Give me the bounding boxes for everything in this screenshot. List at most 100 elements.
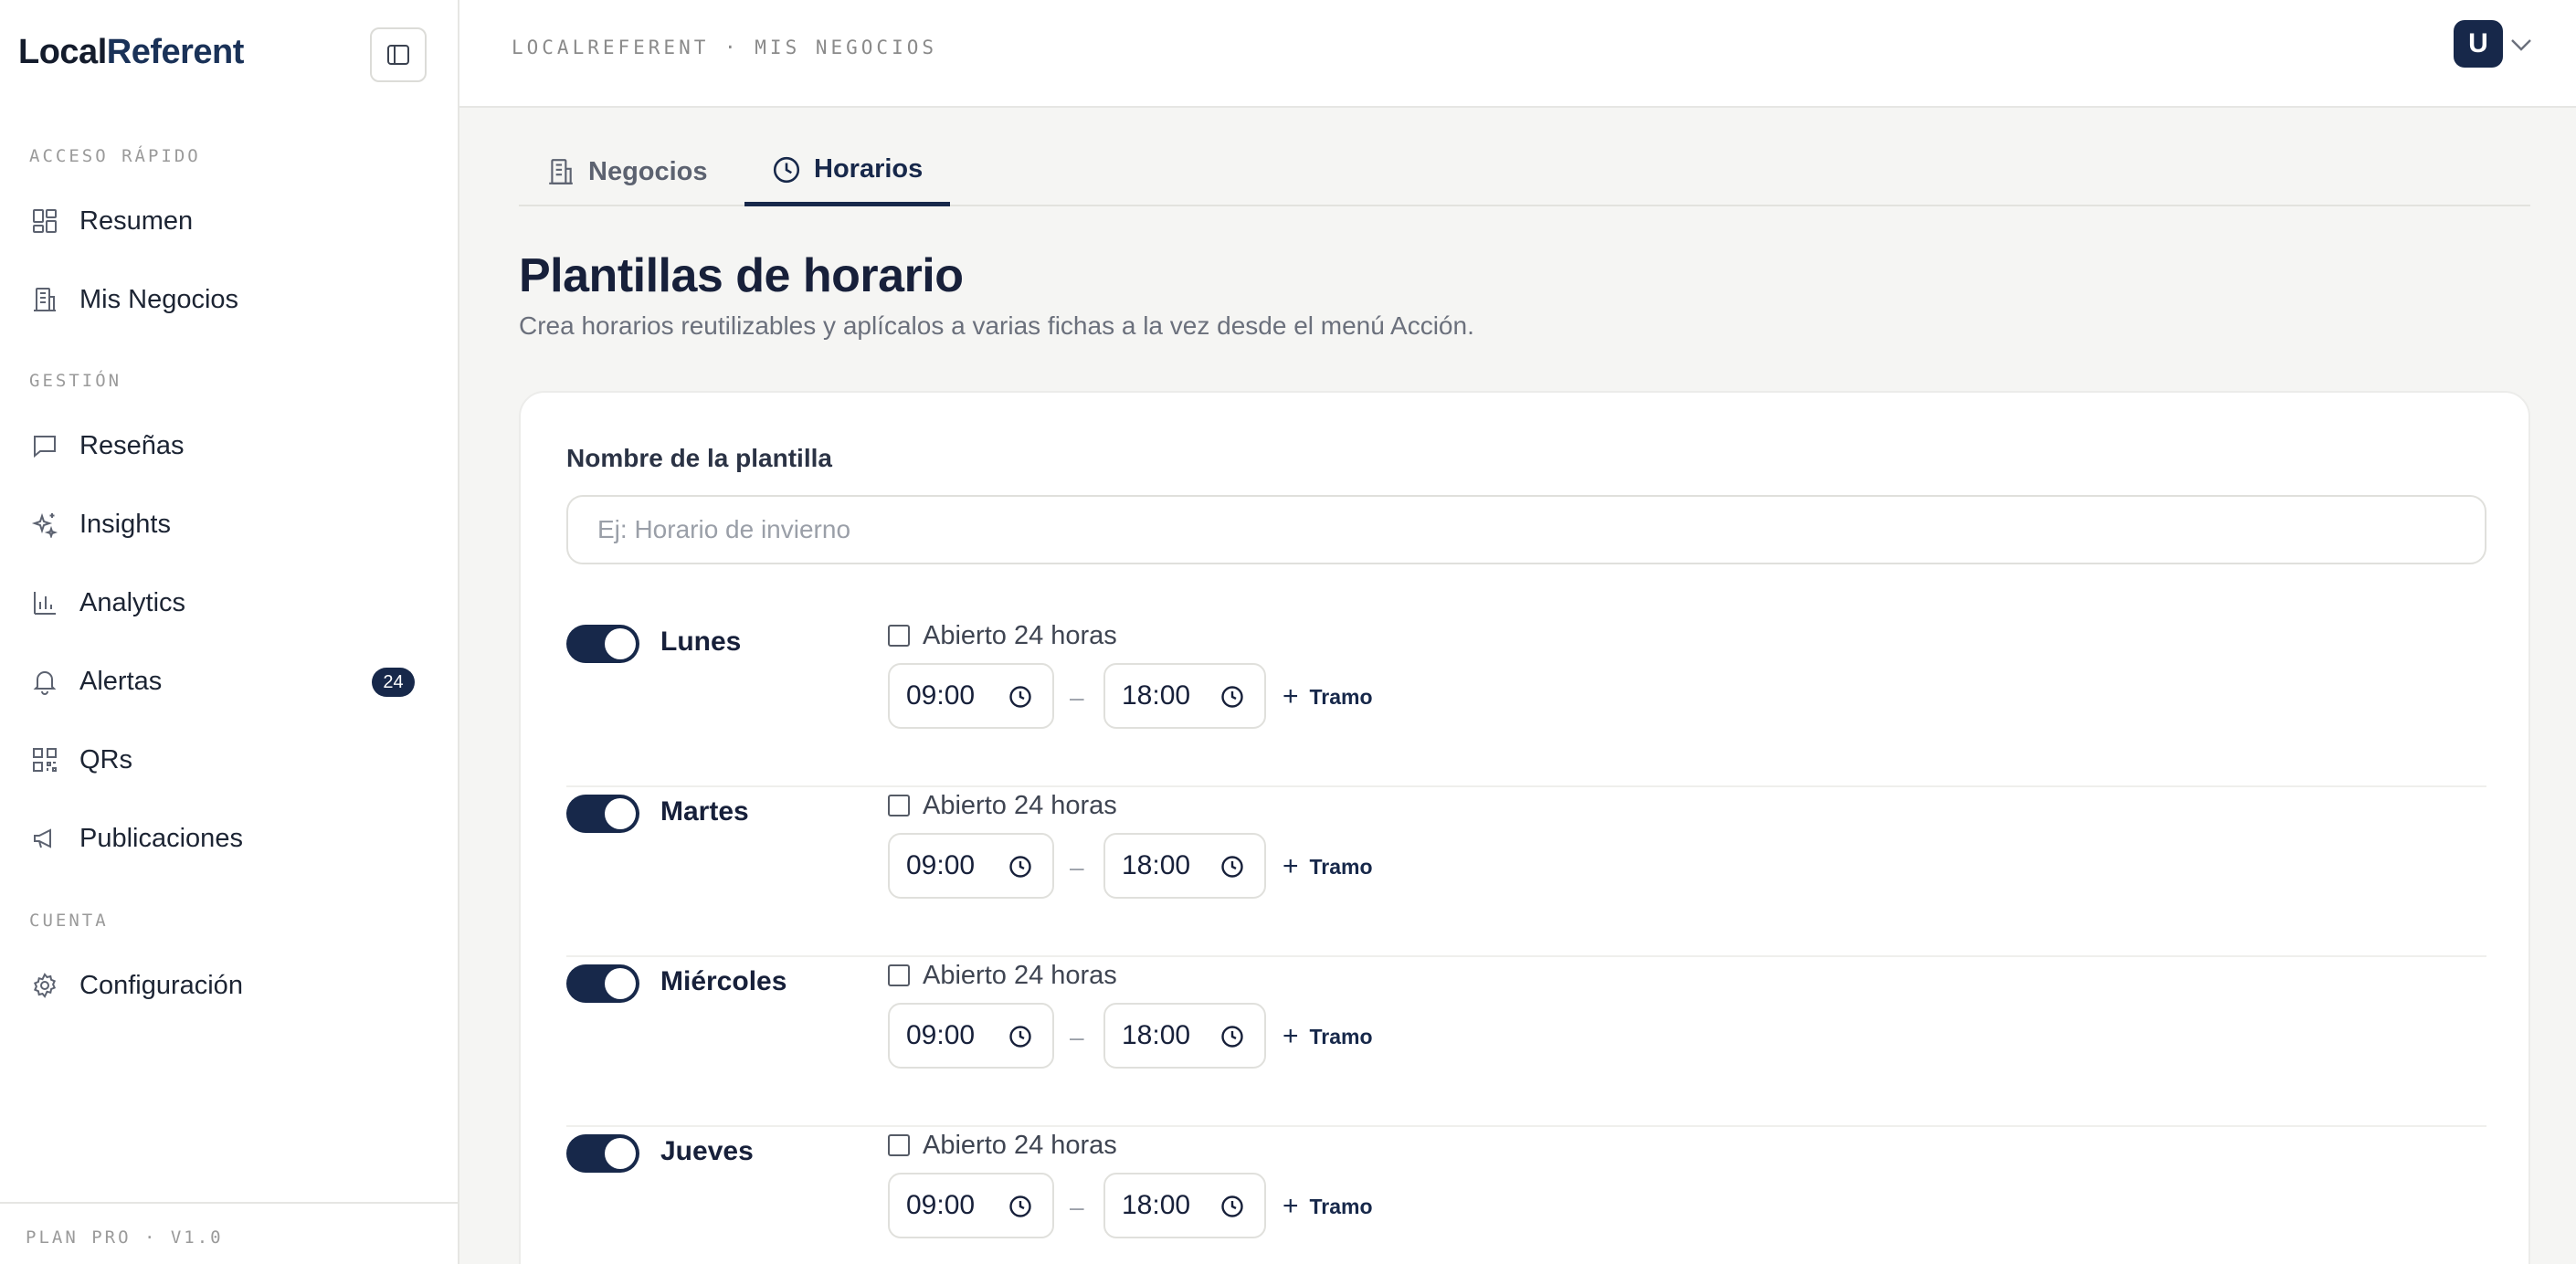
user-avatar[interactable]: U: [2454, 20, 2503, 68]
sparkles-icon: [29, 509, 60, 540]
add-slot-label: Tramo: [1309, 684, 1373, 709]
day-enabled-toggle[interactable]: [566, 1134, 639, 1173]
tab-label: Horarios: [814, 154, 924, 184]
toggle-knob: [605, 628, 636, 659]
sidebar-item-label: Reseñas: [79, 430, 185, 460]
sidebar-item-resumen[interactable]: Resumen: [0, 189, 457, 253]
start-time-input[interactable]: 09:00: [888, 1173, 1054, 1238]
page-title: Plantillas de horario: [519, 249, 964, 302]
sidebar-item-insights[interactable]: Insights: [0, 492, 457, 556]
chevron-down-icon[interactable]: [2509, 27, 2533, 60]
top-header: LOCALREFERENT · MIS NEGOCIOS U: [459, 0, 2576, 108]
open-24h-label: Abierto 24 horas: [923, 1130, 1117, 1160]
open-24h-option[interactable]: Abierto 24 horas: [888, 787, 1117, 824]
end-time-value: 18:00: [1122, 1020, 1191, 1050]
section-title-quick-access: ACCESO RÁPIDO: [29, 146, 201, 166]
sidebar-item-qrs[interactable]: QRs: [0, 728, 457, 792]
clock-icon: [1009, 1026, 1031, 1048]
sidebar-item-configuracion[interactable]: Configuración: [0, 953, 457, 1017]
tab-horarios[interactable]: Horarios: [744, 137, 951, 206]
start-time-value: 09:00: [906, 1190, 976, 1220]
add-slot-button[interactable]: + Tramo: [1283, 851, 1373, 882]
add-slot-button[interactable]: + Tramo: [1283, 681, 1373, 712]
sidebar-item-label: Mis Negocios: [79, 284, 239, 314]
plus-icon: +: [1283, 1021, 1299, 1051]
sidebar-toggle-button[interactable]: [370, 27, 427, 82]
clock-icon: [1009, 1196, 1031, 1217]
qr-code-icon: [29, 744, 60, 775]
sidebar-item-analytics[interactable]: Analytics: [0, 571, 457, 635]
end-time-input[interactable]: 18:00: [1103, 1003, 1266, 1069]
open-24h-checkbox[interactable]: [888, 964, 910, 986]
start-time-input[interactable]: 09:00: [888, 833, 1054, 899]
day-row-lunes: Lunes Abierto 24 horas 09:00 – 18:00 + T…: [566, 617, 2486, 787]
sidebar-item-label: Insights: [79, 509, 171, 539]
sidebar-item-resenas[interactable]: Reseñas: [0, 414, 457, 478]
sidebar-item-label: Resumen: [79, 205, 194, 236]
alert-count-badge: 24: [372, 668, 415, 697]
grid-icon: [29, 205, 60, 237]
sidebar-item-label: Alertas: [79, 666, 163, 696]
tab-negocios[interactable]: Negocios: [519, 137, 735, 206]
day-name: Martes: [660, 796, 749, 827]
day-enabled-toggle[interactable]: [566, 795, 639, 833]
add-slot-button[interactable]: + Tramo: [1283, 1021, 1373, 1052]
day-enabled-toggle[interactable]: [566, 964, 639, 1003]
open-24h-label: Abierto 24 horas: [923, 620, 1117, 650]
breadcrumb: LOCALREFERENT · MIS NEGOCIOS: [512, 37, 938, 58]
add-slot-label: Tramo: [1309, 1024, 1373, 1048]
page-subtitle: Crea horarios reutilizables y aplícalos …: [519, 311, 1474, 340]
add-slot-label: Tramo: [1309, 854, 1373, 879]
clock-icon: [1221, 686, 1243, 708]
start-time-value: 09:00: [906, 680, 976, 711]
toggle-knob: [605, 1138, 636, 1169]
day-name: Lunes: [660, 627, 742, 657]
end-time-input[interactable]: 18:00: [1103, 833, 1266, 899]
open-24h-option[interactable]: Abierto 24 horas: [888, 1127, 1117, 1164]
template-name-input[interactable]: [566, 495, 2486, 564]
clock-icon: [772, 155, 801, 184]
sidebar-item-alertas[interactable]: Alertas 24: [0, 649, 457, 713]
plus-icon: +: [1283, 851, 1299, 881]
tab-label: Negocios: [588, 156, 708, 186]
start-time-input[interactable]: 09:00: [888, 663, 1054, 729]
add-slot-button[interactable]: + Tramo: [1283, 1191, 1373, 1222]
start-time-value: 09:00: [906, 850, 976, 880]
schedule-template-card: Nombre de la plantilla Lunes Abierto 24 …: [519, 391, 2530, 1264]
clock-icon: [1221, 856, 1243, 878]
open-24h-label: Abierto 24 horas: [923, 790, 1117, 820]
building-icon: [546, 157, 575, 186]
add-slot-label: Tramo: [1309, 1194, 1373, 1218]
time-range-separator: –: [1070, 853, 1084, 881]
time-range-separator: –: [1070, 1023, 1084, 1051]
section-title-gestion: GESTIÓN: [29, 371, 122, 391]
day-row-martes: Martes Abierto 24 horas 09:00 – 18:00 + …: [566, 787, 2486, 957]
end-time-input[interactable]: 18:00: [1103, 663, 1266, 729]
open-24h-checkbox[interactable]: [888, 1134, 910, 1156]
gear-icon: [29, 970, 60, 1001]
app-logo[interactable]: LocalReferent: [18, 33, 244, 72]
toggle-knob: [605, 798, 636, 829]
end-time-value: 18:00: [1122, 680, 1191, 711]
open-24h-option[interactable]: Abierto 24 horas: [888, 617, 1117, 654]
bell-icon: [29, 666, 60, 697]
plan-version-footer: PLAN PRO · V1.0: [0, 1202, 458, 1264]
clock-icon: [1009, 856, 1031, 878]
plus-icon: +: [1283, 681, 1299, 711]
sidebar-item-mis-negocios[interactable]: Mis Negocios: [0, 268, 457, 332]
open-24h-option[interactable]: Abierto 24 horas: [888, 957, 1117, 994]
open-24h-checkbox[interactable]: [888, 625, 910, 647]
time-range-separator: –: [1070, 1193, 1084, 1221]
start-time-value: 09:00: [906, 1020, 976, 1050]
open-24h-label: Abierto 24 horas: [923, 960, 1117, 990]
sidebar-item-label: Publicaciones: [79, 823, 243, 853]
time-range-separator: –: [1070, 683, 1084, 711]
day-row-jueves: Jueves Abierto 24 horas 09:00 – 18:00 + …: [566, 1127, 2486, 1264]
sidebar-item-publicaciones[interactable]: Publicaciones: [0, 806, 457, 870]
sidebar-item-label: QRs: [79, 744, 132, 774]
open-24h-checkbox[interactable]: [888, 795, 910, 816]
start-time-input[interactable]: 09:00: [888, 1003, 1054, 1069]
end-time-input[interactable]: 18:00: [1103, 1173, 1266, 1238]
day-enabled-toggle[interactable]: [566, 625, 639, 663]
end-time-value: 18:00: [1122, 1190, 1191, 1220]
